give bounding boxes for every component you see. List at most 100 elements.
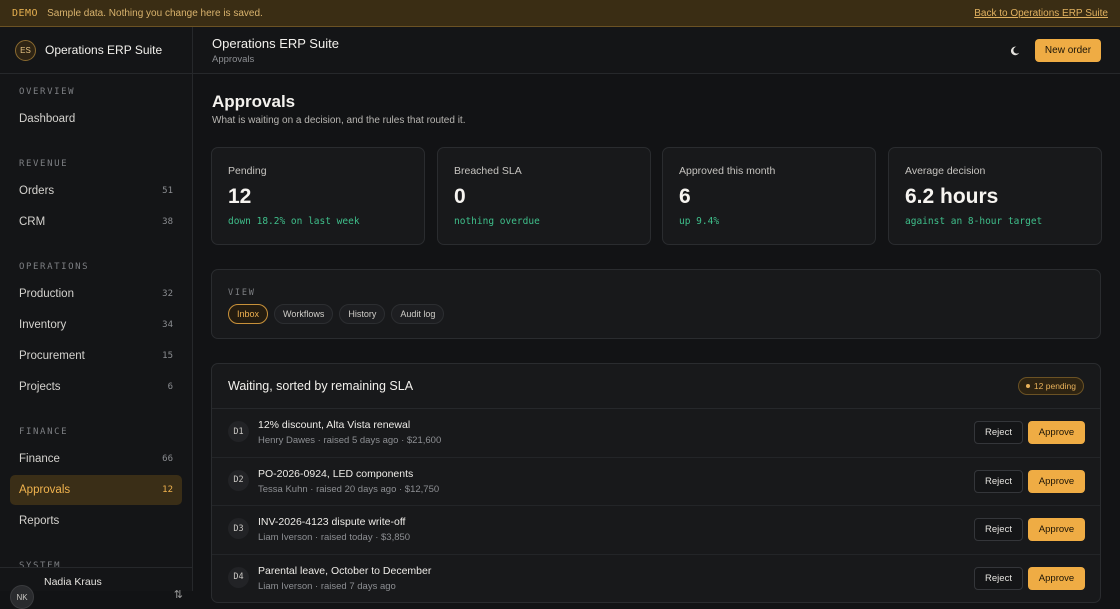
stat-card-breached-sla: Breached SLA 0 nothing overdue (437, 147, 651, 245)
approve-button[interactable]: Approve (1028, 421, 1085, 444)
row-title: Parental leave, October to December (258, 564, 432, 577)
stat-label: Average decision (905, 165, 986, 177)
list-item: D2 PO-2026-0924, LED components Tessa Ku… (212, 458, 1100, 506)
row-meta: Liam Iverson · raised today · $3,850 (258, 532, 411, 543)
stat-value: 6.2 hours (905, 185, 999, 208)
breadcrumb: Approvals (212, 54, 255, 65)
sidebar-item-label: Production (19, 288, 74, 300)
sidebar-item-orders[interactable]: Orders 51 (10, 176, 182, 206)
sidebar-item-production[interactable]: Production 32 (10, 279, 182, 309)
sidebar-item-count: 15 (162, 351, 173, 361)
sidebar-item-count: 32 (162, 289, 173, 299)
sidebar-item-count: 66 (162, 454, 173, 464)
row-meta: Henry Dawes · raised 5 days ago · $21,60… (258, 435, 442, 446)
sidebar-item-approvals[interactable]: Approvals 12 (10, 475, 182, 505)
reject-button[interactable]: Reject (974, 469, 1023, 493)
tab-workflows[interactable]: Workflows (274, 304, 334, 324)
stat-value: 0 (454, 185, 466, 208)
sidebar-item-count: 34 (162, 320, 173, 330)
sidebar-item-label: Reports (19, 515, 60, 527)
brand-avatar: ES (15, 39, 36, 61)
nav-section-revenue: REVENUE (19, 159, 69, 169)
queue-title: Waiting, sorted by remaining SLA (228, 379, 414, 393)
row-id: D3 (228, 518, 249, 539)
sidebar-item-label: Orders (19, 185, 55, 197)
sidebar-item-count: 38 (162, 217, 173, 227)
view-tabs: Inbox Workflows History Audit log (228, 304, 445, 324)
sidebar-item-label: Finance (19, 453, 60, 465)
page-title: Approvals (212, 92, 296, 111)
sidebar-item-label: Approvals (19, 484, 71, 496)
approval-queue: Waiting, sorted by remaining SLA 12 pend… (211, 363, 1101, 603)
stat-card-pending: Pending 12 down 18.2% on last week (211, 147, 425, 245)
moon-icon-svg (1010, 46, 1020, 56)
stat-note: against an 8-hour target (905, 216, 1043, 227)
back-link[interactable]: Back to Operations ERP Suite (974, 8, 1108, 19)
row-title: PO-2026-0924, LED components (258, 467, 414, 480)
row-meta: Liam Iverson · raised 7 days ago (258, 580, 396, 592)
sidebar-item-finance[interactable]: Finance 66 (10, 444, 182, 474)
list-item: D3 INV-2026-4123 dispute write-off Liam … (212, 506, 1100, 555)
stat-label: Breached SLA (454, 165, 522, 177)
row-id: D4 (228, 566, 249, 588)
tab-audit-log[interactable]: Audit log (391, 304, 445, 324)
page-subtitle: What is waiting on a decision, and the r… (212, 115, 466, 126)
row-meta: Tessa Kuhn · raised 20 days ago · $12,75… (258, 483, 440, 495)
row-id: D2 (228, 469, 249, 491)
row-title: 12% discount, Alta Vista renewal (258, 419, 411, 431)
user-menu[interactable]: NK Nadia Kraus ⇅ (0, 567, 193, 609)
sidebar-item-projects[interactable]: Projects 6 (10, 372, 182, 402)
sidebar-item-label: Dashboard (19, 113, 76, 125)
nav-section-operations: OPERATIONS (19, 262, 90, 272)
sidebar-item-dashboard[interactable]: Dashboard (10, 104, 182, 134)
new-order-button[interactable]: New order (1035, 39, 1101, 62)
sidebar-item-label: Procurement (19, 350, 85, 362)
stat-value: 12 (228, 185, 252, 208)
sidebar-item-label: CRM (19, 216, 46, 228)
sidebar-item-label: Inventory (19, 319, 67, 331)
moon-icon[interactable] (1007, 43, 1023, 59)
reject-button[interactable]: Reject (974, 518, 1023, 541)
approve-button[interactable]: Approve (1028, 469, 1085, 493)
tab-inbox[interactable]: Inbox (228, 304, 269, 324)
reject-button[interactable]: Reject (974, 566, 1023, 590)
sidebar: ES Operations ERP Suite OVERVIEW Dashboa… (0, 27, 193, 609)
brand[interactable]: ES Operations ERP Suite (0, 27, 192, 74)
nav-section-finance: FINANCE (19, 427, 69, 437)
sidebar-item-count: 6 (167, 382, 173, 392)
view-switcher: VIEW Inbox Workflows History Audit log (211, 269, 1101, 339)
reject-button[interactable]: Reject (974, 421, 1023, 444)
sidebar-item-reports[interactable]: Reports (10, 506, 182, 536)
sidebar-item-count: 51 (162, 186, 173, 196)
sidebar-item-inventory[interactable]: Inventory 34 (10, 310, 182, 340)
queue-header: Waiting, sorted by remaining SLA 12 pend… (212, 364, 1100, 409)
user-name: Nadia Kraus (44, 576, 102, 588)
dot-icon (1025, 384, 1030, 388)
sidebar-item-count: 12 (162, 485, 173, 495)
sidebar-item-label: Projects (19, 381, 61, 393)
approve-button[interactable]: Approve (1028, 566, 1085, 590)
status-badge-label: 12 pending (1033, 381, 1076, 391)
stat-note: up 9.4% (679, 216, 720, 227)
tab-history[interactable]: History (339, 304, 386, 324)
topbar: Operations ERP Suite Approvals New order (193, 27, 1120, 74)
status-badge: 12 pending (1017, 377, 1084, 395)
sidebar-item-crm[interactable]: CRM 38 (10, 207, 182, 237)
avatar: NK (10, 585, 34, 609)
list-item: D1 12% discount, Alta Vista renewal Henr… (212, 409, 1100, 458)
demo-tag: DEMO (12, 7, 39, 19)
sidebar-item-procurement[interactable]: Procurement 15 (10, 341, 182, 371)
stat-value: 6 (679, 185, 691, 208)
chevron-updown-icon: ⇅ (173, 589, 183, 601)
stat-card-approved-month: Approved this month 6 up 9.4% (662, 147, 876, 245)
demo-text: Sample data. Nothing you change here is … (47, 7, 263, 19)
approve-button[interactable]: Approve (1028, 518, 1085, 541)
demo-banner: DEMO Sample data. Nothing you change her… (0, 0, 1120, 27)
nav-section-overview: OVERVIEW (19, 87, 76, 97)
stat-label: Pending (228, 165, 267, 177)
topbar-title: Operations ERP Suite (212, 36, 339, 51)
list-item: D4 Parental leave, October to December L… (212, 555, 1100, 603)
stat-label: Approved this month (679, 165, 776, 177)
stat-note: down 18.2% on last week (228, 216, 360, 227)
stat-card-average-decision: Average decision 6.2 hours against an 8-… (888, 147, 1102, 245)
